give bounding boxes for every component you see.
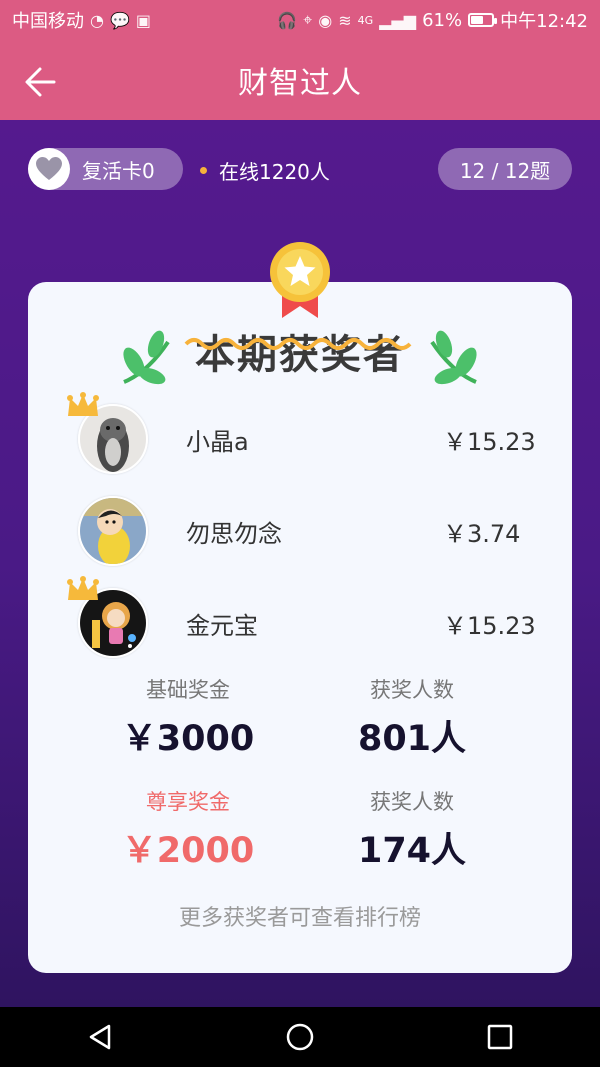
headphones-icon: 🎧 <box>277 10 298 30</box>
system-nav-bar <box>0 1007 600 1067</box>
leaderboard-link[interactable]: 更多获奖者可查看排行榜 <box>28 900 572 932</box>
premium-count-value: 174人 <box>357 831 467 871</box>
medal-icon <box>270 242 330 318</box>
status-bar: 中国移动 ◔ 💬 ▣ 🎧 ⌖ ◉ ≋ 4G ▂▄▆ 61% 中午12:42 <box>0 0 600 40</box>
premium-winner-count: 获奖人数 174人 <box>322 786 502 873</box>
back-button[interactable] <box>22 62 62 102</box>
title-bar: 财智过人 <box>0 40 600 120</box>
winner-avatar <box>67 392 148 474</box>
base-prize: 基础奖金 ￥3000 <box>98 674 278 761</box>
wavy-underline-icon <box>184 338 412 350</box>
signal-icon: ▂▄▆ <box>379 10 417 30</box>
top-row: 复活卡0 在线1220人 12 / 12题 <box>28 148 572 192</box>
winner-name: 小晶a <box>186 427 249 456</box>
card-title-wrap: 本期获奖者 <box>28 322 572 392</box>
message-icon: 💬 <box>109 10 130 30</box>
heart-badge <box>28 148 70 190</box>
nav-home-button[interactable] <box>280 1017 320 1057</box>
app-notification-icon: ◔ <box>90 10 104 30</box>
premium-prize-label: 尊享奖金 <box>146 790 230 814</box>
winners-card: 本期获奖者 小晶a ￥15.23 勿思勿念 ￥3.74 金元宝 ￥15.23 基… <box>28 242 572 973</box>
battery-level <box>471 16 484 24</box>
revive-card-label: 复活卡0 <box>82 158 155 183</box>
battery-icon <box>468 13 498 27</box>
winner-name: 勿思勿念 <box>186 519 282 548</box>
crown-icon <box>67 576 99 600</box>
avatar <box>78 496 148 566</box>
winner-avatar <box>78 496 148 566</box>
winner-row: 小晶a ￥15.23 <box>67 392 538 474</box>
status-right: 🎧 ⌖ ◉ ≋ 4G ▂▄▆ 61% 中午12:42 <box>277 7 588 33</box>
carrier-text: 中国移动 <box>12 11 84 32</box>
winner-amount: ￥15.23 <box>443 611 536 640</box>
network-type: 4G <box>357 13 374 27</box>
winner-amount: ￥3.74 <box>443 519 521 548</box>
base-count-value: 801人 <box>357 719 467 759</box>
winner-row: 金元宝 ￥15.23 <box>67 576 538 658</box>
online-dot-icon <box>200 167 207 174</box>
nav-recents-button[interactable] <box>480 1017 520 1057</box>
wifi-icon: ≋ <box>338 10 352 30</box>
circle-home-icon <box>286 1023 314 1051</box>
battery-percent: 61% <box>422 9 463 31</box>
base-prize-value: ￥3000 <box>121 719 255 759</box>
eye-icon: ◉ <box>318 10 333 30</box>
winner-name: 金元宝 <box>186 611 258 640</box>
nav-back-button[interactable] <box>80 1017 120 1057</box>
triangle-back-icon <box>89 1024 111 1050</box>
square-recents-icon <box>487 1024 513 1050</box>
arrow-left-icon <box>25 67 56 97</box>
winner-row: 勿思勿念 ￥3.74 <box>78 496 538 566</box>
winner-amount: ￥15.23 <box>443 427 536 456</box>
cartoon-boy-avatar-icon <box>80 498 146 564</box>
clock: 中午12:42 <box>500 11 588 32</box>
location-icon: ⌖ <box>303 10 313 29</box>
online-text: 在线1220人 <box>219 160 330 184</box>
winner-avatar <box>67 576 148 658</box>
premium-prize: 尊享奖金 ￥2000 <box>98 786 278 873</box>
crown-icon <box>67 392 99 416</box>
premium-prize-value: ￥2000 <box>121 831 255 871</box>
revive-card-pill[interactable]: 复活卡0 <box>28 148 183 190</box>
page-title: 财智过人 <box>238 66 362 101</box>
premium-count-label: 获奖人数 <box>370 790 454 814</box>
base-prize-label: 基础奖金 <box>146 678 230 702</box>
base-winner-count: 获奖人数 801人 <box>322 674 502 761</box>
base-count-label: 获奖人数 <box>370 678 454 702</box>
heart-icon <box>36 157 62 180</box>
status-left: 中国移动 ◔ 💬 ▣ <box>12 7 151 33</box>
shop-icon: ▣ <box>135 10 152 30</box>
online-count: 在线1220人 <box>200 156 330 185</box>
question-progress: 12 / 12题 <box>438 148 572 190</box>
main-content: 复活卡0 在线1220人 12 / 12题 本期获奖者 小晶a ￥15.23 勿… <box>0 120 600 1007</box>
